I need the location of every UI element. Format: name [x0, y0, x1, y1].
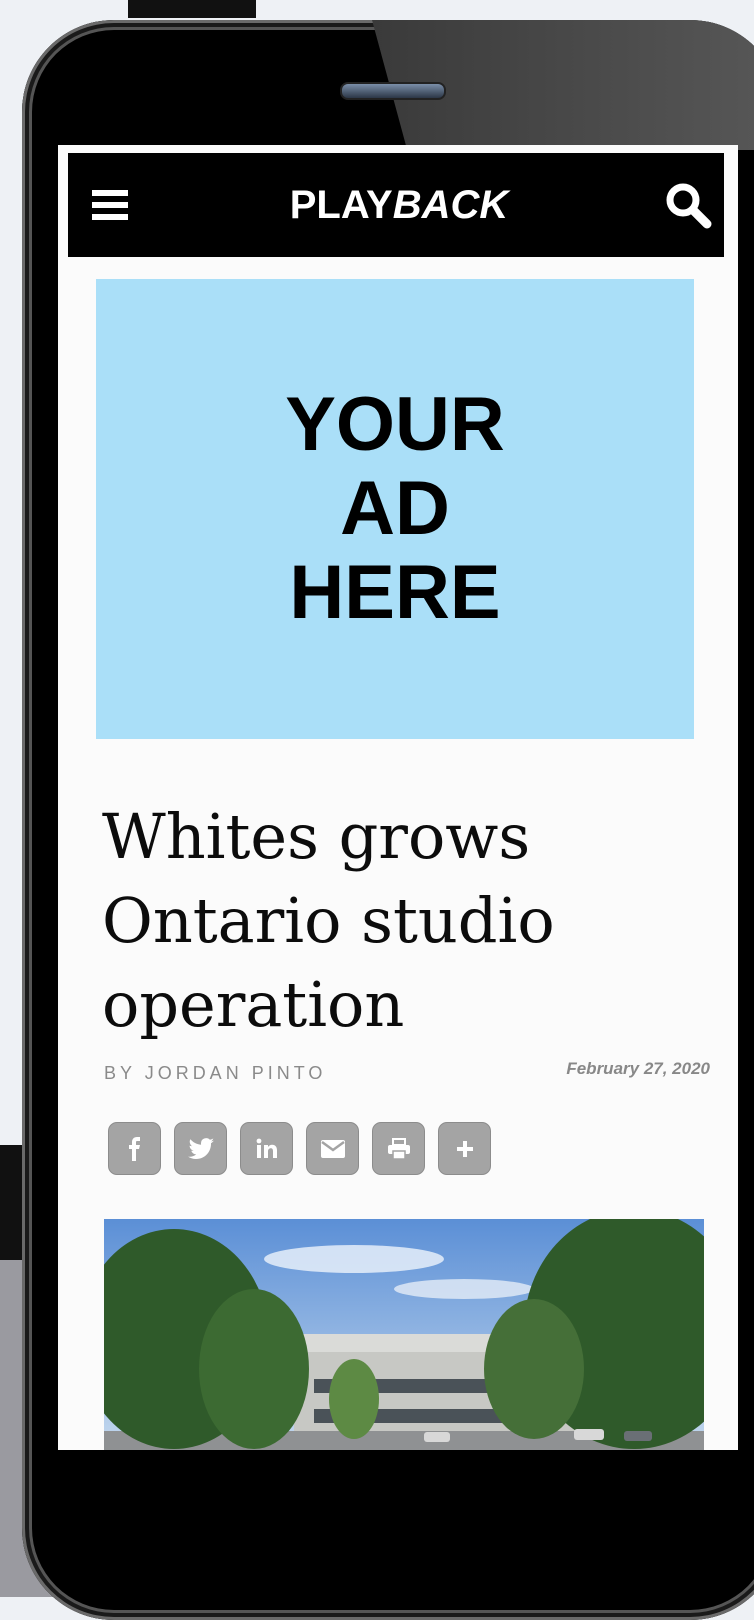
share-print-button[interactable] [372, 1122, 425, 1175]
article-byline[interactable]: BY JORDAN PINTO [104, 1063, 326, 1084]
printer-icon [387, 1137, 410, 1160]
site-logo[interactable]: PLAYBACK [290, 183, 509, 228]
ad-text-line: AD [340, 466, 450, 551]
linkedin-icon [256, 1138, 277, 1158]
article-headline: Whites grows Ontario studio operation [102, 800, 555, 1041]
studio-building-image [104, 1219, 704, 1450]
logo-italic-text: BACK [392, 182, 509, 227]
ad-text-line: HERE [289, 550, 501, 635]
site-header: PLAYBACK [68, 153, 724, 257]
ad-text-line: YOUR [285, 382, 505, 467]
menu-button[interactable] [80, 175, 140, 235]
search-button[interactable] [658, 175, 718, 235]
phone-screen: PLAYBACK YOUR AD HERE Whites grows Ontar… [58, 145, 738, 1450]
share-bar [108, 1122, 491, 1175]
twitter-icon [187, 1137, 214, 1159]
plus-icon [456, 1140, 473, 1157]
share-email-button[interactable] [306, 1122, 359, 1175]
background-block [128, 0, 256, 18]
facebook-icon [128, 1136, 140, 1161]
phone-speaker [340, 82, 446, 100]
share-twitter-button[interactable] [174, 1122, 227, 1175]
article-date: February 27, 2020 [566, 1059, 710, 1078]
logo-bold-text: PLAY [289, 182, 393, 227]
share-more-button[interactable] [438, 1122, 491, 1175]
share-facebook-button[interactable] [108, 1122, 161, 1175]
article-photo[interactable] [104, 1219, 704, 1450]
hamburger-icon [92, 190, 128, 220]
phone-frame: PLAYBACK YOUR AD HERE Whites grows Ontar… [22, 20, 754, 1620]
share-linkedin-button[interactable] [240, 1122, 293, 1175]
envelope-icon [320, 1139, 345, 1158]
search-icon [666, 183, 712, 229]
ad-placeholder[interactable]: YOUR AD HERE [96, 279, 694, 739]
